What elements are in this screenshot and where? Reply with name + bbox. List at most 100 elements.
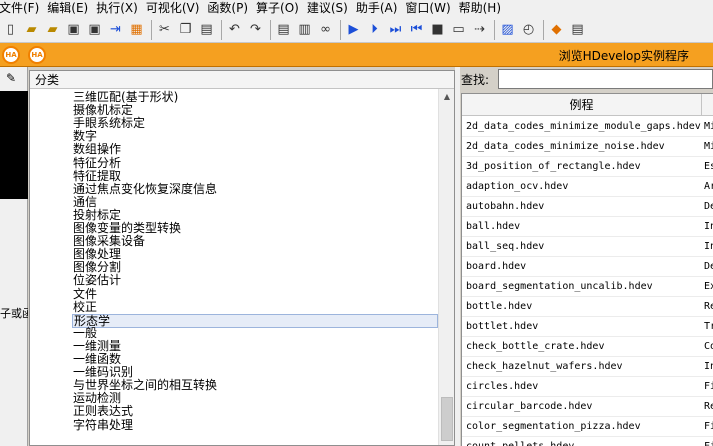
category-item[interactable]: 特征提取 [73, 169, 121, 183]
step-icon[interactable]: ⏵ [365, 20, 384, 39]
table-row[interactable]: board.hdev De [462, 257, 713, 277]
example-description: In [704, 361, 713, 372]
edit-procedure-icon[interactable]: ▤ [274, 20, 293, 39]
menu-operators[interactable]: 算子(O) [256, 0, 307, 17]
example-name: count_pellets.hdev [466, 437, 574, 446]
table-row[interactable]: circular_barcode.hdev Re [462, 397, 713, 417]
table-row[interactable]: 3d_position_of_rectangle.hdev Es [462, 157, 713, 177]
paste-icon[interactable]: ▤ [197, 20, 216, 39]
open-folder-icon[interactable]: ▰ [43, 20, 62, 39]
table-row[interactable]: count_pellets.hdev Fi [462, 437, 713, 446]
toolbar-separator [340, 19, 341, 40]
menu-help[interactable]: 帮助(H) [459, 0, 509, 17]
category-item[interactable]: 一般 [73, 326, 97, 340]
category-item[interactable]: 正则表达式 [73, 405, 133, 418]
stop-icon[interactable]: ■ [428, 20, 447, 39]
scroll-up-arrow[interactable]: ▲ [439, 89, 455, 103]
example-name: bottlet.hdev [466, 321, 539, 332]
timer-icon[interactable]: ◴ [519, 20, 538, 39]
open-icon[interactable]: ▰ [22, 20, 41, 39]
category-item[interactable]: 位姿估计 [73, 274, 121, 287]
menu-execute[interactable]: 执行(X) [96, 0, 146, 17]
menu-edit[interactable]: 编辑(E) [47, 0, 96, 17]
menu-file[interactable]: 文件(F) [0, 0, 47, 17]
example-description: Fi [704, 437, 713, 446]
category-item[interactable]: 投射标定 [73, 208, 121, 222]
table-row[interactable]: circles.hdev Fi [462, 377, 713, 397]
examples-header: 例程 [462, 94, 713, 116]
category-item[interactable]: 一维测量 [73, 339, 121, 353]
breakpoint-icon[interactable]: ▨ [498, 20, 517, 39]
table-row[interactable]: color_segmentation_pizza.hdev Fi [462, 417, 713, 437]
example-description: In [704, 241, 713, 252]
save-icon[interactable]: ▣ [64, 20, 83, 39]
example-name: ball_seq.hdev [466, 241, 545, 252]
new-icon[interactable]: ▯ [1, 20, 20, 39]
undo-icon[interactable]: ↶ [225, 20, 244, 39]
table-row[interactable]: board_segmentation_uncalib.hdev Ex [462, 277, 713, 297]
table-row[interactable]: bottle.hdev Re [462, 297, 713, 317]
category-item[interactable]: 数组操作 [73, 143, 121, 156]
category-item[interactable]: 图像采集设备 [73, 235, 145, 248]
menu-window[interactable]: 窗口(W) [405, 0, 458, 17]
table-row[interactable]: bottlet.hdev Tr [462, 317, 713, 337]
search-input[interactable] [498, 69, 713, 89]
table-row[interactable]: check_bottle_crate.hdev Co [462, 337, 713, 357]
table-row[interactable]: check_hazelnut_wafers.hdev In [462, 357, 713, 377]
menu-visualization[interactable]: 可视化(V) [146, 0, 208, 17]
export-icon[interactable]: ⇥ [106, 20, 125, 39]
column-header-description[interactable] [702, 94, 713, 116]
example-description: Fi [704, 421, 713, 432]
category-item[interactable]: 运动检测 [73, 392, 121, 405]
table-row[interactable]: adaption_ocv.hdev Ar [462, 177, 713, 197]
category-item[interactable]: 通信 [73, 195, 97, 209]
category-item[interactable]: 特征分析 [73, 156, 121, 170]
example-description: Re [704, 301, 713, 312]
example-description: Ex [704, 281, 713, 292]
image-icon[interactable]: ▦ [127, 20, 146, 39]
panel-splitter[interactable] [455, 67, 460, 446]
category-list[interactable]: 三维匹配(基于形状) 摄像机标定 手眼系统标定 数字 数组操作 特征分析 特征提取 通过焦点变… [30, 89, 438, 446]
help-icon[interactable]: ◆ [547, 20, 566, 39]
left-dock-panel: ✎ 子或函 [0, 67, 28, 446]
reset-icon[interactable]: ▭ [449, 20, 468, 39]
table-row[interactable]: 2d_data_codes_minimize_noise.hdev Mi [462, 137, 713, 157]
graphics-window-preview [0, 91, 28, 199]
menu-assistants[interactable]: 助手(A) [356, 0, 406, 17]
menu-procedures[interactable]: 函数(P) [207, 0, 256, 17]
table-row[interactable]: autobahn.hdev De [462, 197, 713, 217]
example-description: De [704, 261, 713, 272]
toolbar-separator [494, 19, 495, 40]
table-row[interactable]: 2d_data_codes_minimize_module_gaps.hdev M… [462, 117, 713, 137]
category-item[interactable]: 形态学 [72, 313, 438, 328]
category-item[interactable]: 文件 [73, 287, 97, 301]
example-description: Mi [704, 141, 713, 152]
program-counter-icon[interactable]: ⇢ [470, 20, 489, 39]
copy-icon[interactable]: ❐ [176, 20, 195, 39]
edit-icon[interactable]: ▥ [295, 20, 314, 39]
category-scrollbar[interactable]: ▲ [438, 89, 454, 445]
column-header-example[interactable]: 例程 [462, 94, 702, 116]
table-row[interactable]: ball.hdev In [462, 217, 713, 237]
paint-icon[interactable]: ✎ [2, 69, 20, 87]
run-icon[interactable]: ▶ [344, 20, 363, 39]
table-row[interactable]: ball_seq.hdev In [462, 237, 713, 257]
example-description: De [704, 201, 713, 212]
category-item[interactable]: 字符串处理 [73, 418, 133, 432]
cut-icon[interactable]: ✂ [155, 20, 174, 39]
category-item[interactable]: 一维函数 [73, 353, 121, 366]
hdevelop-help-icon[interactable]: ▤ [568, 20, 587, 39]
save-all-icon[interactable]: ▣ [85, 20, 104, 39]
scroll-thumb[interactable] [441, 397, 453, 441]
menu-suggestions[interactable]: 建议(S) [307, 0, 356, 17]
binoculars-icon[interactable]: ∞ [316, 20, 335, 39]
example-name: 2d_data_codes_minimize_noise.hdev [466, 141, 665, 152]
category-item[interactable]: 校正 [73, 300, 97, 314]
step-over-icon[interactable]: ⏭ [386, 20, 405, 39]
category-item[interactable]: 通过焦点变化恢复深度信息 [73, 182, 217, 196]
example-name: ball.hdev [466, 221, 521, 232]
example-name: check_bottle_crate.hdev [466, 341, 605, 352]
redo-icon[interactable]: ↷ [246, 20, 265, 39]
step-back-icon[interactable]: ⏮ [407, 20, 426, 39]
example-description: Fi [704, 381, 713, 392]
